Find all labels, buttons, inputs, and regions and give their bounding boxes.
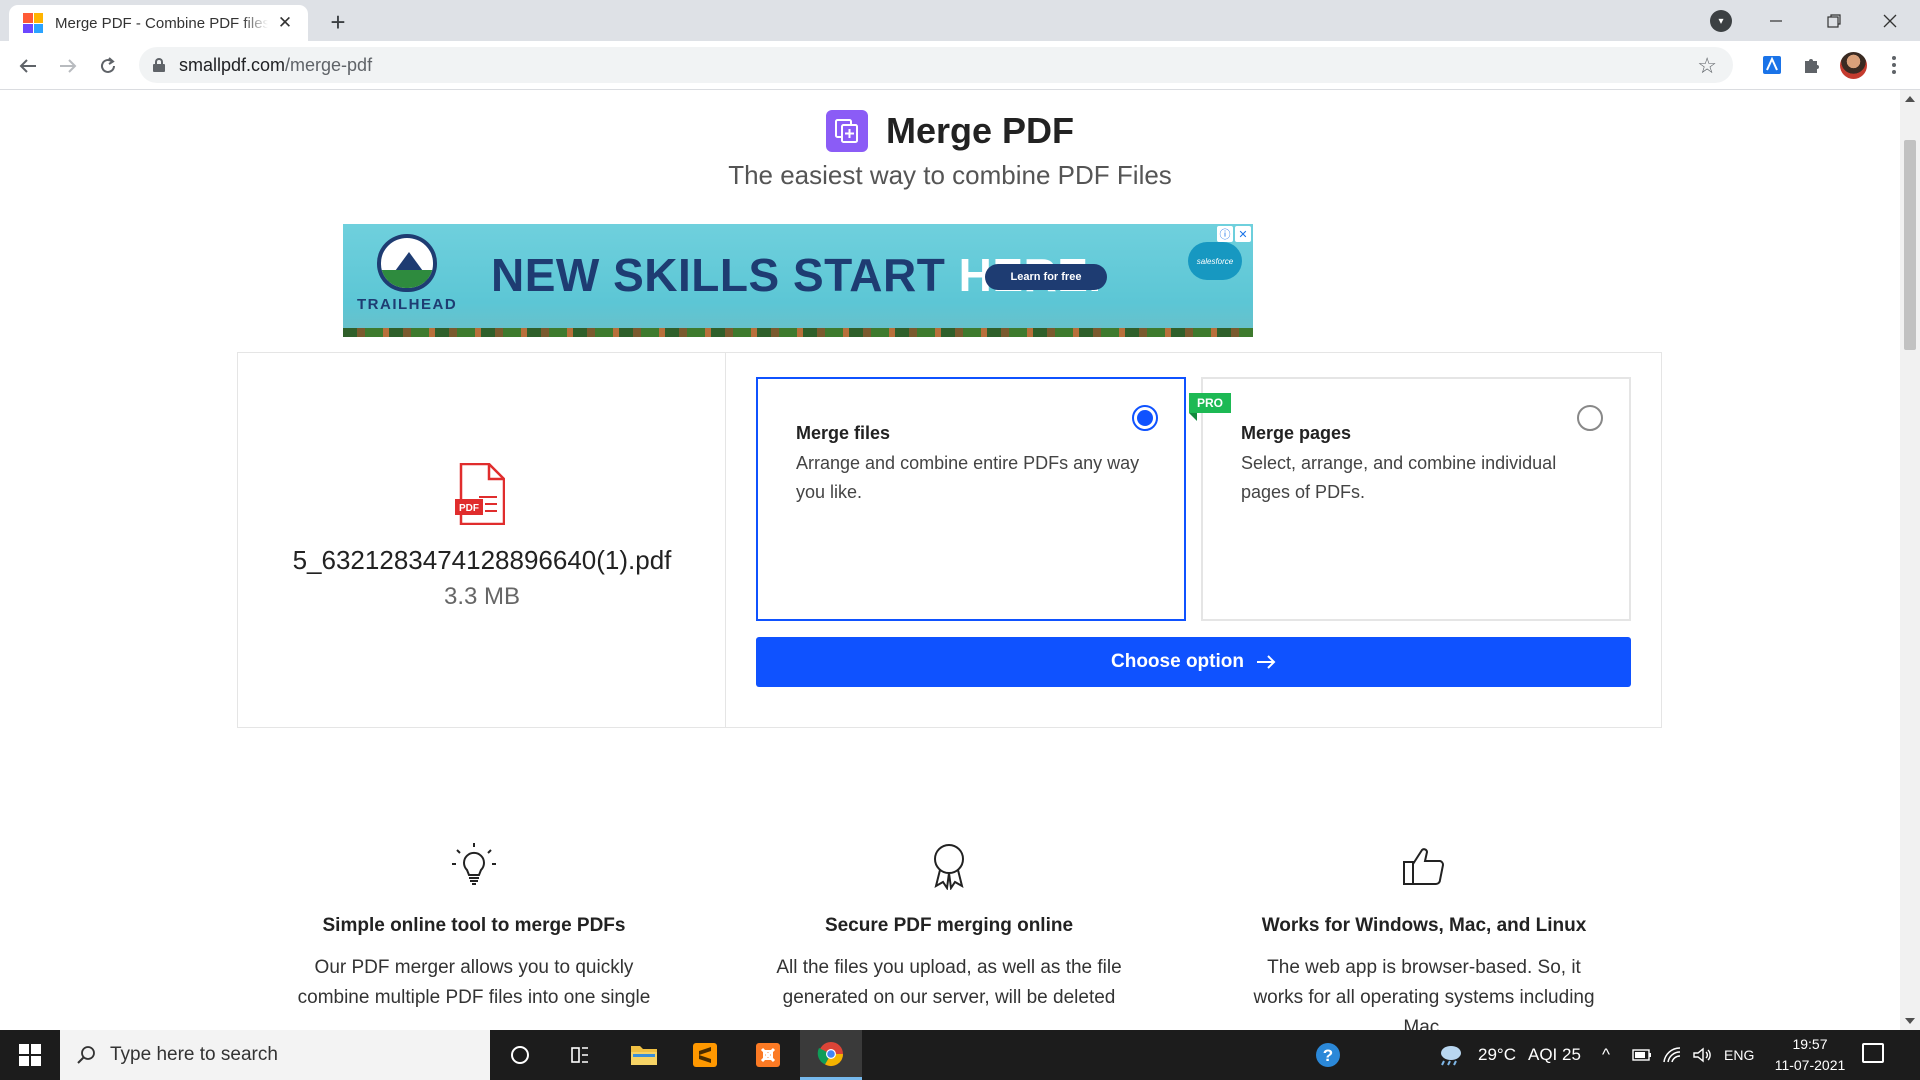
extension-icon[interactable] xyxy=(1758,51,1786,79)
reload-button[interactable] xyxy=(92,50,124,82)
arrow-left-icon xyxy=(19,59,36,73)
ad-cta-button[interactable]: Learn for free xyxy=(985,264,1107,290)
page-header: Merge PDF The easiest way to combine PDF… xyxy=(0,110,1900,191)
browser-tab[interactable]: Merge PDF - Combine PDF files online ✕ xyxy=(9,5,308,41)
trailhead-logo: TRAILHEAD xyxy=(357,234,457,313)
lightbulb-icon xyxy=(452,843,496,885)
award-ribbon-icon xyxy=(934,844,964,891)
option-title: Merge files xyxy=(796,423,891,443)
xampp-button[interactable] xyxy=(740,1030,796,1080)
page-title: Merge PDF xyxy=(885,110,1075,151)
ad-foliage-decoration xyxy=(343,328,1253,337)
scroll-down-arrow-icon[interactable] xyxy=(1905,1018,1915,1024)
merge-files-radio[interactable] xyxy=(1132,405,1158,431)
ad-info-icon[interactable]: ⓘ xyxy=(1217,226,1233,242)
sublime-text-icon xyxy=(693,1043,717,1067)
taskbar-search[interactable]: Type here to search xyxy=(60,1030,490,1080)
page-subtitle: The easiest way to combine PDF Files xyxy=(728,160,1172,190)
input-language[interactable]: ENG xyxy=(1724,1030,1754,1080)
browser-tab-bar: Merge PDF - Combine PDF files online ✕ +… xyxy=(0,0,1920,41)
profile-avatar[interactable] xyxy=(1840,52,1867,79)
task-view-icon xyxy=(571,1047,588,1063)
close-icon xyxy=(1883,14,1897,27)
forward-button[interactable] xyxy=(52,50,84,82)
merge-pages-radio[interactable] xyxy=(1577,405,1603,431)
help-question-icon: ? xyxy=(1316,1043,1340,1067)
bookmark-star-icon[interactable]: ☆ xyxy=(1697,53,1717,79)
windows-logo-icon xyxy=(19,1044,41,1066)
wifi-icon[interactable] xyxy=(1658,1030,1686,1080)
page-scrollbar[interactable] xyxy=(1900,90,1920,1030)
pro-badge: PRO xyxy=(1189,393,1232,421)
ad-close-icon[interactable]: ✕ xyxy=(1235,226,1251,242)
weather-aqi[interactable]: AQI 25 xyxy=(1528,1030,1581,1080)
option-description: Select, arrange, and combine individual … xyxy=(1241,453,1557,502)
scroll-up-arrow-icon[interactable] xyxy=(1905,96,1915,102)
option-merge-files[interactable]: Merge files Arrange and combine entire P… xyxy=(756,377,1186,621)
extensions-puzzle-icon[interactable] xyxy=(1798,51,1826,79)
option-merge-pages[interactable]: PRO Merge pages Select, arrange, and com… xyxy=(1189,377,1631,621)
folder-icon xyxy=(631,1046,657,1065)
choose-option-button[interactable]: Choose option xyxy=(756,637,1631,687)
volume-icon[interactable] xyxy=(1688,1030,1716,1080)
sublime-text-button[interactable] xyxy=(677,1030,733,1080)
file-size: 3.3 MB xyxy=(443,583,521,610)
weather-temperature[interactable]: 29°C xyxy=(1478,1030,1516,1080)
smallpdf-favicon-icon xyxy=(23,13,43,33)
option-title: Merge pages xyxy=(1241,423,1352,443)
merge-panel: PDF 5_6321283474128896640(1).pdf 3.3 MB … xyxy=(237,352,1662,728)
notification-center-icon[interactable] xyxy=(1862,1043,1884,1063)
tab-search-icon[interactable]: ▾ xyxy=(1710,10,1732,32)
chrome-button[interactable] xyxy=(800,1030,862,1080)
start-button[interactable] xyxy=(0,1030,60,1080)
address-bar[interactable]: smallpdf.com/merge-pdf ☆ xyxy=(139,47,1733,83)
browser-menu-icon[interactable] xyxy=(1884,51,1904,79)
thumbs-up-icon xyxy=(1403,848,1444,885)
restore-icon xyxy=(1827,13,1841,28)
lock-icon[interactable] xyxy=(153,58,165,72)
feature-simple-tool: Simple online tool to merge PDFs Our PDF… xyxy=(274,842,674,1013)
cortana-button[interactable] xyxy=(492,1030,548,1080)
tray-chevron-up-icon[interactable]: ^ xyxy=(1602,1030,1610,1080)
salesforce-logo: salesforce xyxy=(1188,242,1242,280)
file-explorer-button[interactable] xyxy=(616,1030,672,1080)
xampp-icon xyxy=(756,1043,780,1067)
pdf-file-icon: PDF xyxy=(455,463,505,525)
windows-taskbar: Type here to search ? 29°C AQI 25 ^ ENG … xyxy=(0,1030,1920,1080)
minimize-button[interactable] xyxy=(1748,0,1804,41)
task-view-button[interactable] xyxy=(552,1030,608,1080)
help-button[interactable]: ? xyxy=(1300,1030,1356,1080)
feature-cross-platform: Works for Windows, Mac, and Linux The we… xyxy=(1224,842,1624,1030)
taskbar-clock[interactable]: 19:57 11-07-2021 xyxy=(1770,1034,1850,1076)
svg-text:?: ? xyxy=(1323,1046,1333,1065)
reload-icon xyxy=(101,57,115,73)
search-icon xyxy=(77,1046,95,1064)
advertisement-banner[interactable]: TRAILHEAD NEW SKILLS START HERE. Learn f… xyxy=(343,224,1253,337)
arrow-right-icon xyxy=(1256,655,1276,669)
close-window-button[interactable] xyxy=(1862,0,1918,41)
tab-close-icon[interactable]: ✕ xyxy=(274,12,296,34)
chrome-icon xyxy=(817,1041,843,1066)
feature-secure: Secure PDF merging online All the files … xyxy=(749,842,1149,1013)
url-text: smallpdf.com/merge-pdf xyxy=(179,54,373,75)
tab-title: Merge PDF - Combine PDF files online xyxy=(55,14,268,32)
browser-toolbar: smallpdf.com/merge-pdf ☆ xyxy=(0,41,1920,90)
cortana-circle-icon xyxy=(511,1046,529,1064)
minimize-icon xyxy=(1770,19,1782,22)
merge-pdf-icon xyxy=(825,110,868,152)
weather-icon[interactable] xyxy=(1428,1030,1472,1080)
page-viewport: Merge PDF The easiest way to combine PDF… xyxy=(0,90,1900,1030)
file-name: 5_6321283474128896640(1).pdf xyxy=(292,545,672,575)
new-tab-button[interactable]: + xyxy=(324,7,352,37)
arrow-right-icon xyxy=(60,59,77,73)
file-preview: PDF 5_6321283474128896640(1).pdf 3.3 MB xyxy=(238,353,726,727)
trailhead-badge-icon xyxy=(377,234,437,292)
back-button[interactable] xyxy=(12,50,44,82)
scroll-thumb[interactable] xyxy=(1904,140,1916,350)
option-description: Arrange and combine entire PDFs any way … xyxy=(796,453,1140,502)
battery-icon[interactable] xyxy=(1628,1030,1656,1080)
restore-button[interactable] xyxy=(1806,0,1862,41)
svg-text:PDF: PDF xyxy=(459,503,479,514)
